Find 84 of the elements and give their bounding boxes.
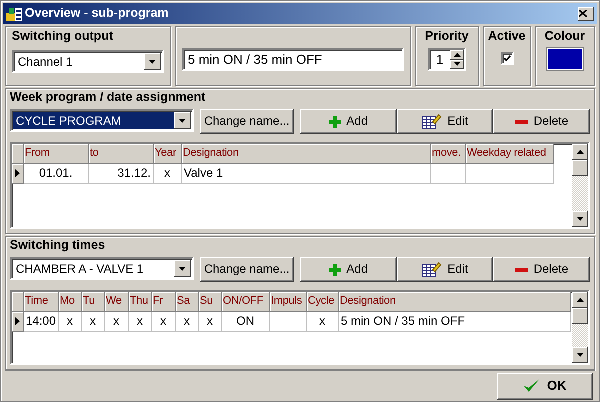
row-header[interactable]	[12, 164, 24, 184]
scroll-thumb[interactable]	[572, 160, 588, 176]
group-label: Colour	[544, 29, 586, 44]
scroll-up-icon	[576, 150, 584, 154]
column-header[interactable]: to	[89, 144, 154, 164]
edit-icon	[422, 114, 442, 130]
scroll-thumb[interactable]	[572, 308, 588, 324]
column-header[interactable]: Tu	[82, 292, 105, 312]
table-cell: x	[154, 164, 182, 184]
table-cell: 14:00	[24, 312, 59, 332]
table-cell: x	[307, 312, 339, 332]
add-button[interactable]: Add	[300, 109, 397, 134]
vertical-scrollbar[interactable]	[572, 292, 588, 363]
edit-button[interactable]: Edit	[396, 109, 494, 134]
app-icon	[6, 6, 22, 20]
table-cell: x	[82, 312, 105, 332]
close-button[interactable]	[578, 6, 594, 20]
column-header[interactable]: move.	[431, 144, 466, 164]
program-dropdown[interactable]: CYCLE PROGRAM	[10, 109, 194, 132]
plus-icon	[328, 116, 341, 128]
row-header[interactable]	[12, 312, 24, 332]
row-pointer-icon	[15, 169, 20, 178]
table-cell: 5 min ON / 35 min OFF	[339, 312, 571, 332]
dropdown-arrow-icon	[149, 60, 156, 64]
column-header[interactable]: Impuls	[270, 292, 307, 312]
scroll-down-icon	[576, 217, 584, 221]
table-cell: 31.12.	[89, 164, 154, 184]
column-header[interactable]: ON/OFF	[222, 292, 270, 312]
edit-button[interactable]: Edit	[396, 257, 494, 282]
dropdown-arrow-icon	[179, 118, 186, 122]
colour-swatch[interactable]	[547, 48, 583, 70]
delete-button[interactable]: Delete	[493, 257, 590, 282]
table-cell: x	[59, 312, 82, 332]
column-header[interactable]: Time	[24, 292, 59, 312]
column-header[interactable]: Su	[199, 292, 222, 312]
column-header[interactable]: Mo	[59, 292, 82, 312]
scroll-down-icon	[576, 353, 584, 357]
table-cell: x	[176, 312, 199, 332]
table-cell: x	[105, 312, 129, 332]
column-header[interactable]: Weekday related	[466, 144, 554, 164]
program-dropdown[interactable]: CHAMBER A - VALVE 1	[10, 257, 194, 280]
group-label: Priority	[425, 29, 469, 44]
table-cell: ON	[222, 312, 270, 332]
channel-dropdown[interactable]: Channel 1	[12, 50, 164, 73]
check-icon	[504, 55, 510, 62]
column-header[interactable]: Fr	[152, 292, 176, 312]
column-header[interactable]: Designation	[182, 144, 431, 164]
row-pointer-icon	[15, 317, 20, 326]
column-header[interactable]: From	[24, 144, 89, 164]
down-arrow-icon	[454, 62, 460, 66]
group-label: Week program / date assignment	[10, 90, 207, 105]
rename-button[interactable]: Change name...	[200, 109, 294, 134]
up-arrow-icon	[454, 52, 460, 57]
table-cell: x	[129, 312, 152, 332]
table-cell: x	[152, 312, 176, 332]
column-header[interactable]: Cycle	[307, 292, 339, 312]
dropdown-arrow-icon	[179, 266, 186, 270]
edit-icon	[422, 262, 442, 278]
column-header[interactable]: We	[105, 292, 129, 312]
active-checkbox[interactable]	[500, 52, 514, 65]
group-label: Switching times	[10, 238, 106, 253]
column-header[interactable]: Thu	[129, 292, 152, 312]
rename-button[interactable]: Change name...	[200, 257, 294, 282]
table-cell: Valve 1	[182, 164, 431, 184]
ok-button[interactable]: OK	[497, 372, 593, 400]
group-label: Switching output	[12, 29, 114, 44]
table-cell: x	[199, 312, 222, 332]
scroll-up-icon	[576, 298, 584, 302]
table-cell: 01.01.	[24, 164, 89, 184]
group-label: Active	[488, 29, 526, 44]
close-icon	[579, 10, 587, 17]
plus-icon	[328, 264, 341, 276]
column-header[interactable]: Designation	[339, 292, 571, 312]
add-button[interactable]: Add	[300, 257, 397, 282]
empty-cell	[431, 164, 466, 184]
delete-button[interactable]: Delete	[493, 109, 590, 134]
window-title: Overview - sub-program	[25, 6, 169, 21]
column-header[interactable]: Year	[154, 144, 182, 164]
column-header[interactable]: Sa	[176, 292, 199, 312]
description-field[interactable]: 5 min ON / 35 min OFF	[182, 48, 404, 70]
empty-cell	[270, 312, 307, 332]
checkmark-icon	[523, 378, 542, 394]
priority-spinner[interactable]: 1	[428, 48, 466, 71]
vertical-scrollbar[interactable]	[572, 144, 588, 227]
